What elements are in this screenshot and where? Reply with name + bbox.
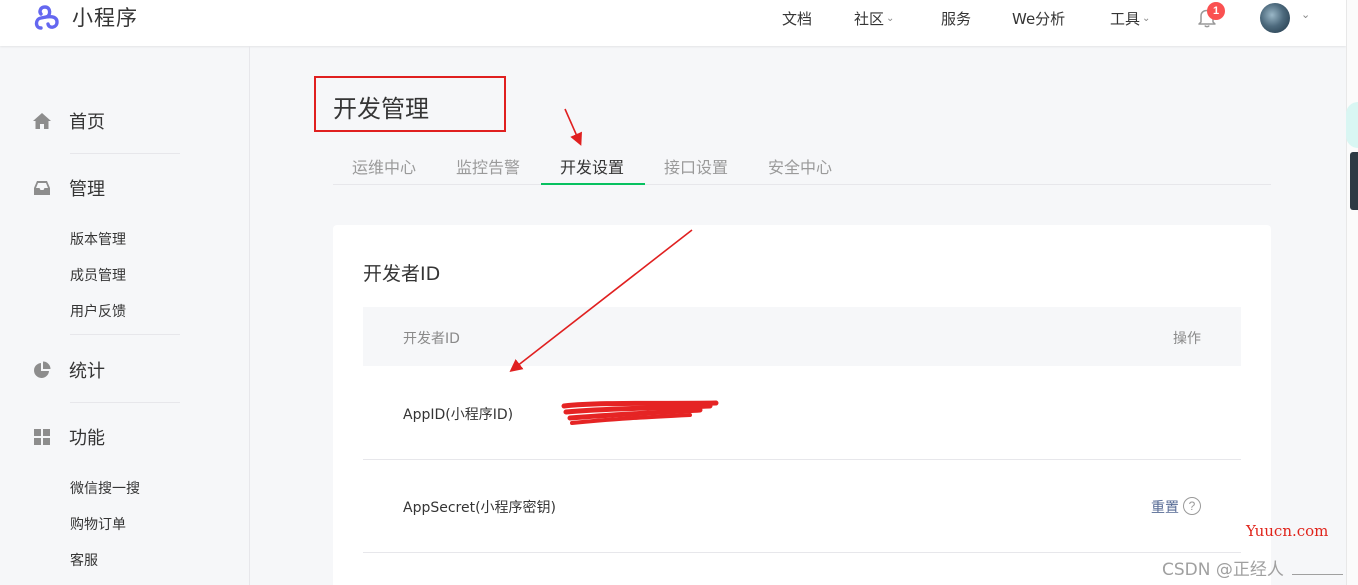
- floating-helper[interactable]: [1346, 102, 1358, 148]
- sidebar-subitem-wechat-search[interactable]: 微信搜一搜: [70, 478, 140, 498]
- sidebar-subitem-version[interactable]: 版本管理: [70, 229, 126, 249]
- sidebar-item-label: 功能: [69, 428, 105, 449]
- side-widget[interactable]: [1350, 152, 1358, 210]
- chevron-down-icon[interactable]: ⌄: [1301, 8, 1310, 21]
- column-header-action: 操作: [1173, 331, 1201, 347]
- chevron-down-icon: ⌄: [1142, 13, 1151, 24]
- nav-tools-label: 工具: [1110, 10, 1141, 28]
- watermark-underline: [1292, 574, 1343, 575]
- home-icon: [33, 113, 51, 129]
- miniprogram-logo-icon: [34, 5, 59, 30]
- logo[interactable]: 小程序: [32, 2, 138, 32]
- appsecret-label: AppSecret(小程序密钥): [403, 500, 557, 516]
- nav-analytics-label: We分析: [1012, 10, 1066, 28]
- nav-tools[interactable]: 工具 ⌄: [1110, 8, 1150, 29]
- inbox-icon: [34, 181, 50, 195]
- sidebar-item-stats[interactable]: 统计: [32, 357, 105, 383]
- watermark-site: Yuucn.com: [1246, 522, 1329, 540]
- redaction-scribble: [561, 400, 719, 425]
- reset-secret-link[interactable]: 重置: [1151, 497, 1179, 517]
- divider: [70, 402, 180, 403]
- appid-label: AppID(小程序ID): [403, 407, 514, 423]
- tab-dev-settings[interactable]: 开发设置: [560, 154, 624, 178]
- row-divider: [363, 552, 1241, 553]
- nav-service-label: 服务: [941, 10, 972, 28]
- sidebar-item-manage[interactable]: 管理: [32, 175, 105, 201]
- sidebar-subitem-orders[interactable]: 购物订单: [70, 514, 126, 534]
- watermark-author: CSDN @正经人: [1162, 560, 1284, 580]
- sidebar-subitem-members[interactable]: 成员管理: [70, 265, 126, 285]
- page-title: 开发管理: [333, 95, 429, 123]
- sidebar-subitem-feedback[interactable]: 用户反馈: [70, 301, 126, 321]
- sidebar-item-home[interactable]: 首页: [32, 108, 105, 134]
- nav-community[interactable]: 社区 ⌄: [854, 8, 894, 29]
- sidebar-item-label: 管理: [69, 179, 105, 200]
- sidebar-item-features[interactable]: 功能: [32, 424, 105, 450]
- help-icon[interactable]: ?: [1183, 497, 1201, 515]
- section-title: 开发者ID: [363, 263, 441, 285]
- chevron-down-icon: ⌄: [886, 13, 895, 24]
- tab-monitoring[interactable]: 监控告警: [456, 154, 520, 178]
- tab-security-center[interactable]: 安全中心: [768, 154, 832, 178]
- sidebar: 首页 管理 版本管理 成员管理 用户反馈 统计 功能 微信搜一搜 购物订单 客服: [0, 46, 250, 585]
- sidebar-item-label: 首页: [69, 112, 105, 133]
- nav-service[interactable]: 服务: [941, 8, 971, 29]
- avatar[interactable]: [1260, 3, 1290, 33]
- sidebar-subitem-customer-service[interactable]: 客服: [70, 550, 98, 570]
- row-divider: [363, 459, 1241, 460]
- sidebar-item-label: 统计: [69, 361, 105, 382]
- pie-chart-icon: [34, 361, 51, 378]
- tab-ops-center[interactable]: 运维中心: [352, 154, 416, 178]
- notification-badge: 1: [1207, 2, 1225, 20]
- column-header-id: 开发者ID: [403, 331, 460, 347]
- table-header: [363, 307, 1241, 366]
- divider: [70, 334, 180, 335]
- tab-bar: 运维中心 监控告警 开发设置 接口设置 安全中心: [333, 148, 1271, 185]
- grid-icon: [34, 429, 50, 445]
- app-name: 小程序: [72, 6, 138, 30]
- nav-community-label: 社区: [854, 10, 885, 28]
- nav-analytics[interactable]: We分析: [1012, 8, 1065, 29]
- nav-docs[interactable]: 文档: [782, 8, 812, 29]
- divider: [70, 153, 180, 154]
- nav-docs-label: 文档: [782, 10, 813, 28]
- tab-api-settings[interactable]: 接口设置: [664, 154, 728, 178]
- top-bar: 小程序 文档 社区 ⌄ 服务 We分析 工具 ⌄ 1 ⌄: [0, 0, 1346, 46]
- page-scrollbar[interactable]: [1346, 0, 1358, 585]
- active-tab-indicator: [541, 183, 645, 185]
